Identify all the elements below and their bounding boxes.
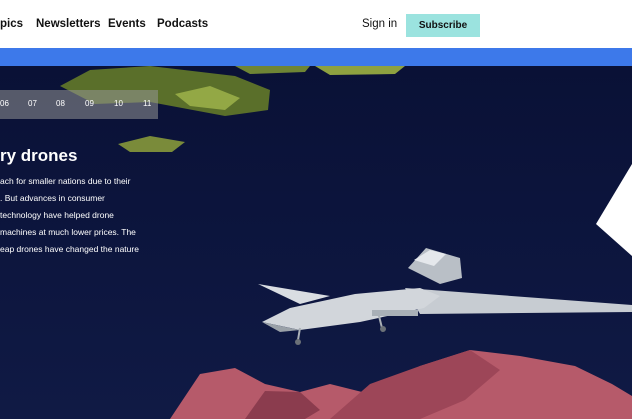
story-line: machines at much lower prices. The bbox=[0, 227, 136, 237]
pager-item-09[interactable]: 09 bbox=[85, 99, 94, 108]
site-header: pics Newsletters Events Podcasts Sign in… bbox=[0, 0, 632, 48]
pager-item-11[interactable]: 11 bbox=[143, 99, 151, 108]
island-top-middle bbox=[235, 66, 310, 74]
island-small bbox=[118, 136, 185, 152]
nav-events[interactable]: Events bbox=[108, 18, 146, 30]
story-line: technology have helped drone bbox=[0, 210, 114, 220]
story-line: eap drones have changed the nature bbox=[0, 244, 139, 254]
story-line: . But advances in consumer bbox=[0, 193, 105, 203]
story-body: ach for smaller nations due to their . B… bbox=[0, 173, 170, 258]
island-top-right bbox=[315, 66, 405, 75]
pager-item-06[interactable]: 06 bbox=[0, 99, 9, 108]
paper-plane-shape bbox=[596, 164, 632, 256]
accent-bar bbox=[0, 48, 632, 66]
nav-newsletters[interactable]: Newsletters bbox=[36, 18, 101, 30]
hero-illustration: 06 07 08 09 10 11 ry drones ach for smal… bbox=[0, 66, 632, 419]
nav-topics[interactable]: pics bbox=[0, 18, 23, 30]
subscribe-button[interactable]: Subscribe bbox=[406, 14, 480, 37]
sign-in-link[interactable]: Sign in bbox=[362, 18, 397, 30]
pager-item-08[interactable]: 08 bbox=[56, 99, 65, 108]
story-line: ach for smaller nations due to their bbox=[0, 176, 131, 186]
story-title: ry drones bbox=[0, 146, 78, 165]
nav-podcasts[interactable]: Podcasts bbox=[157, 18, 208, 30]
chapter-pager: 06 07 08 09 10 11 bbox=[0, 90, 158, 119]
pager-item-10[interactable]: 10 bbox=[114, 99, 123, 108]
drone-icon bbox=[258, 248, 632, 345]
pager-item-07[interactable]: 07 bbox=[28, 99, 37, 108]
